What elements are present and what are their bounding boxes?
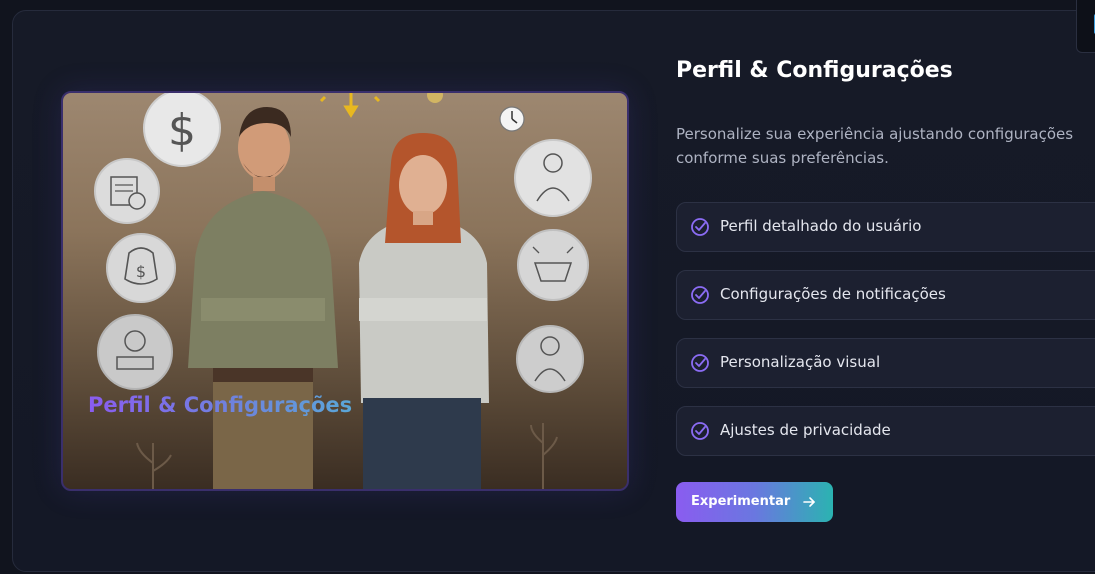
arrow-right-icon	[803, 497, 815, 507]
person-icon	[514, 139, 592, 217]
check-circle-icon	[691, 354, 709, 372]
feature-item: Configurações de notificações	[676, 270, 1095, 320]
feature-item: Perfil detalhado do usuário	[676, 202, 1095, 252]
check-circle-icon	[691, 218, 709, 236]
feature-item: Personalização visual	[676, 338, 1095, 388]
plant-icon-left	[136, 442, 172, 489]
feature-item: Ajustes de privacidade	[676, 406, 1095, 456]
stress-icon	[517, 229, 589, 301]
hero-illustration: $ $	[94, 93, 592, 489]
image-caption: Perfil & Configurações	[88, 393, 353, 417]
man-figure	[188, 107, 338, 489]
check-circle-icon	[691, 422, 709, 440]
svg-text:$: $	[168, 105, 196, 156]
experimentar-label: Experimentar	[691, 494, 791, 509]
feature-label: Ajustes de privacidade	[720, 421, 891, 439]
thinking-person-icon	[516, 325, 584, 393]
page-title: Perfil & Configurações	[676, 58, 953, 83]
receipt-icon	[94, 158, 160, 224]
svg-text:$: $	[136, 262, 146, 281]
woman-figure	[359, 133, 489, 489]
window-edge-fragment	[1076, 0, 1095, 53]
plant-icon-right	[530, 423, 558, 489]
happy-person-icon	[97, 314, 173, 390]
coin-icon	[427, 93, 443, 103]
money-bag-icon: $	[106, 233, 176, 303]
arrows-decoration	[319, 93, 381, 118]
feature-label: Perfil detalhado do usuário	[720, 217, 922, 235]
check-circle-icon	[691, 286, 709, 304]
hero-image: $ $ Perfil & Configurações	[61, 91, 629, 491]
experimentar-button[interactable]: Experimentar	[676, 482, 833, 522]
feature-label: Personalização visual	[720, 353, 881, 371]
dollar-sign-icon: $	[143, 93, 221, 167]
clock-icon	[499, 106, 525, 132]
feature-label: Configurações de notificações	[720, 285, 946, 303]
feature-list: Perfil detalhado do usuário Configuraçõe…	[676, 202, 1095, 474]
page-description: Personalize sua experiência ajustando co…	[676, 125, 1074, 167]
